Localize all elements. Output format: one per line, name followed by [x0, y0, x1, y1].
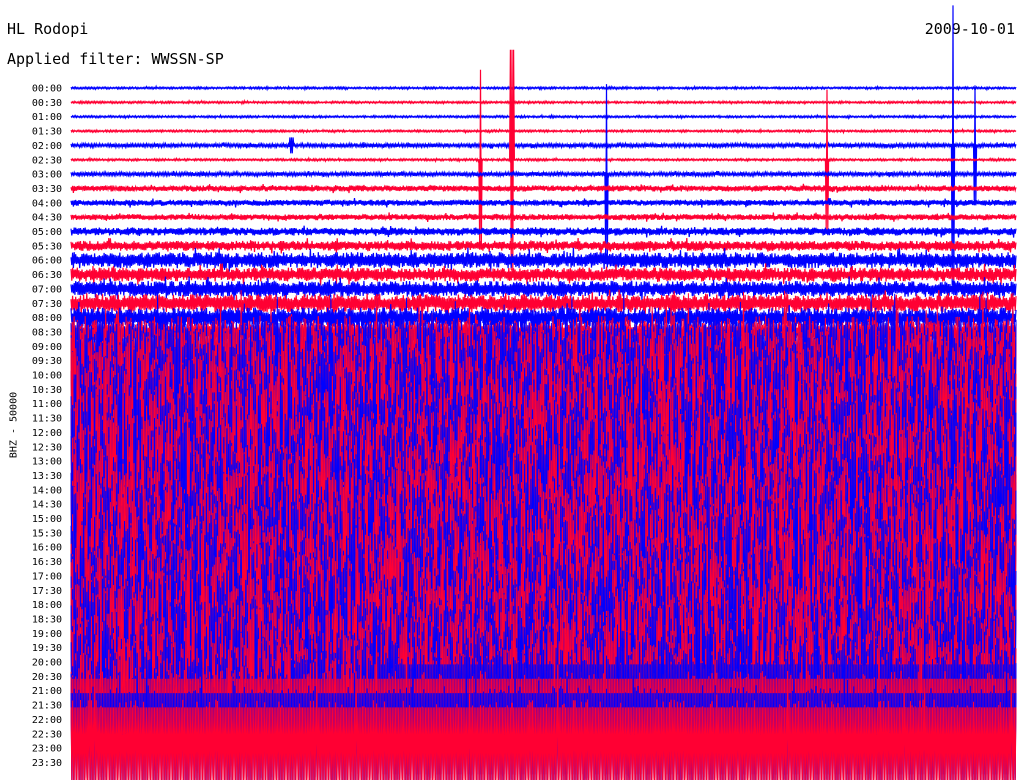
- row-tick-label: 20:30: [32, 672, 62, 683]
- row-tick-label: 11:00: [32, 399, 62, 410]
- row-tick-label: 08:30: [32, 327, 62, 338]
- row-tick-label: 01:30: [32, 127, 62, 138]
- row-tick-label: 21:00: [32, 686, 62, 697]
- row-tick-label: 19:00: [32, 629, 62, 640]
- row-tick-label: 22:30: [32, 729, 62, 740]
- row-tick-label: 16:00: [32, 543, 62, 554]
- row-tick-label: 21:30: [32, 701, 62, 712]
- trace-0000: [70, 84, 1017, 92]
- row-tick-label: 12:30: [32, 442, 62, 453]
- trace-0130: [70, 127, 1017, 135]
- trace-0430: [70, 212, 1017, 222]
- row-tick-label: 01:00: [32, 112, 62, 123]
- trace-0330: [70, 183, 1017, 194]
- trace-0500: [70, 225, 1017, 238]
- row-tick-label: 22:00: [32, 715, 62, 726]
- row-tick-label: 04:30: [32, 213, 62, 224]
- row-tick-label: 11:30: [32, 414, 62, 425]
- row-tick-label: 14:30: [32, 500, 62, 511]
- trace-0400: [70, 198, 1017, 208]
- row-tick-label: 06:00: [32, 256, 62, 267]
- row-tick-label: 02:00: [32, 141, 62, 152]
- row-tick-label: 13:00: [32, 457, 62, 468]
- row-tick-label: 00:30: [32, 98, 62, 109]
- row-tick-label: 19:30: [32, 643, 62, 654]
- row-tick-label: 15:00: [32, 514, 62, 525]
- row-tick-label: 12:00: [32, 428, 62, 439]
- row-tick-label: 14:00: [32, 485, 62, 496]
- row-tick-label: 13:30: [32, 471, 62, 482]
- row-tick-label: 04:00: [32, 198, 62, 209]
- row-tick-label: 16:30: [32, 557, 62, 568]
- row-tick-label: 02:30: [32, 155, 62, 166]
- trace-0300: [70, 84, 1017, 265]
- trace-0030: [70, 98, 1017, 106]
- row-tick-label: 00:00: [32, 84, 62, 95]
- trace-0600: [70, 247, 1017, 273]
- row-tick-label: 15:30: [32, 528, 62, 539]
- helicorder-plot: 00:00 00:30 01:00 01:30 02:00 02:30 03:00 03:30…: [32, 5, 1017, 780]
- row-tick-label: 07:30: [32, 299, 62, 310]
- row-tick-label: 08:00: [32, 313, 62, 324]
- row-tick-label: 17:00: [32, 571, 62, 582]
- trace-0230: [70, 49, 1017, 270]
- row-tick-label: 17:30: [32, 586, 62, 597]
- row-tick-label: 10:30: [32, 385, 62, 396]
- row-tick-label: 18:30: [32, 614, 62, 625]
- row-tick-label: 05:30: [32, 241, 62, 252]
- row-tick-label: 07:00: [32, 284, 62, 295]
- row-tick-label: 03:00: [32, 170, 62, 181]
- row-tick-label: 09:00: [32, 342, 62, 353]
- row-tick-label: 09:30: [32, 356, 62, 367]
- trace-0530: [70, 237, 1017, 254]
- row-tick-label: 18:00: [32, 600, 62, 611]
- row-tick-label: 10:00: [32, 371, 62, 382]
- row-tick-label: 23:30: [32, 758, 62, 769]
- row-tick-label: 05:00: [32, 227, 62, 238]
- row-tick-label: 06:30: [32, 270, 62, 281]
- row-tick-label: 20:00: [32, 658, 62, 669]
- row-tick-label: 03:30: [32, 184, 62, 195]
- trace-0100: [70, 113, 1017, 121]
- trace-0700: [70, 276, 1017, 302]
- row-tick-label: 23:00: [32, 744, 62, 755]
